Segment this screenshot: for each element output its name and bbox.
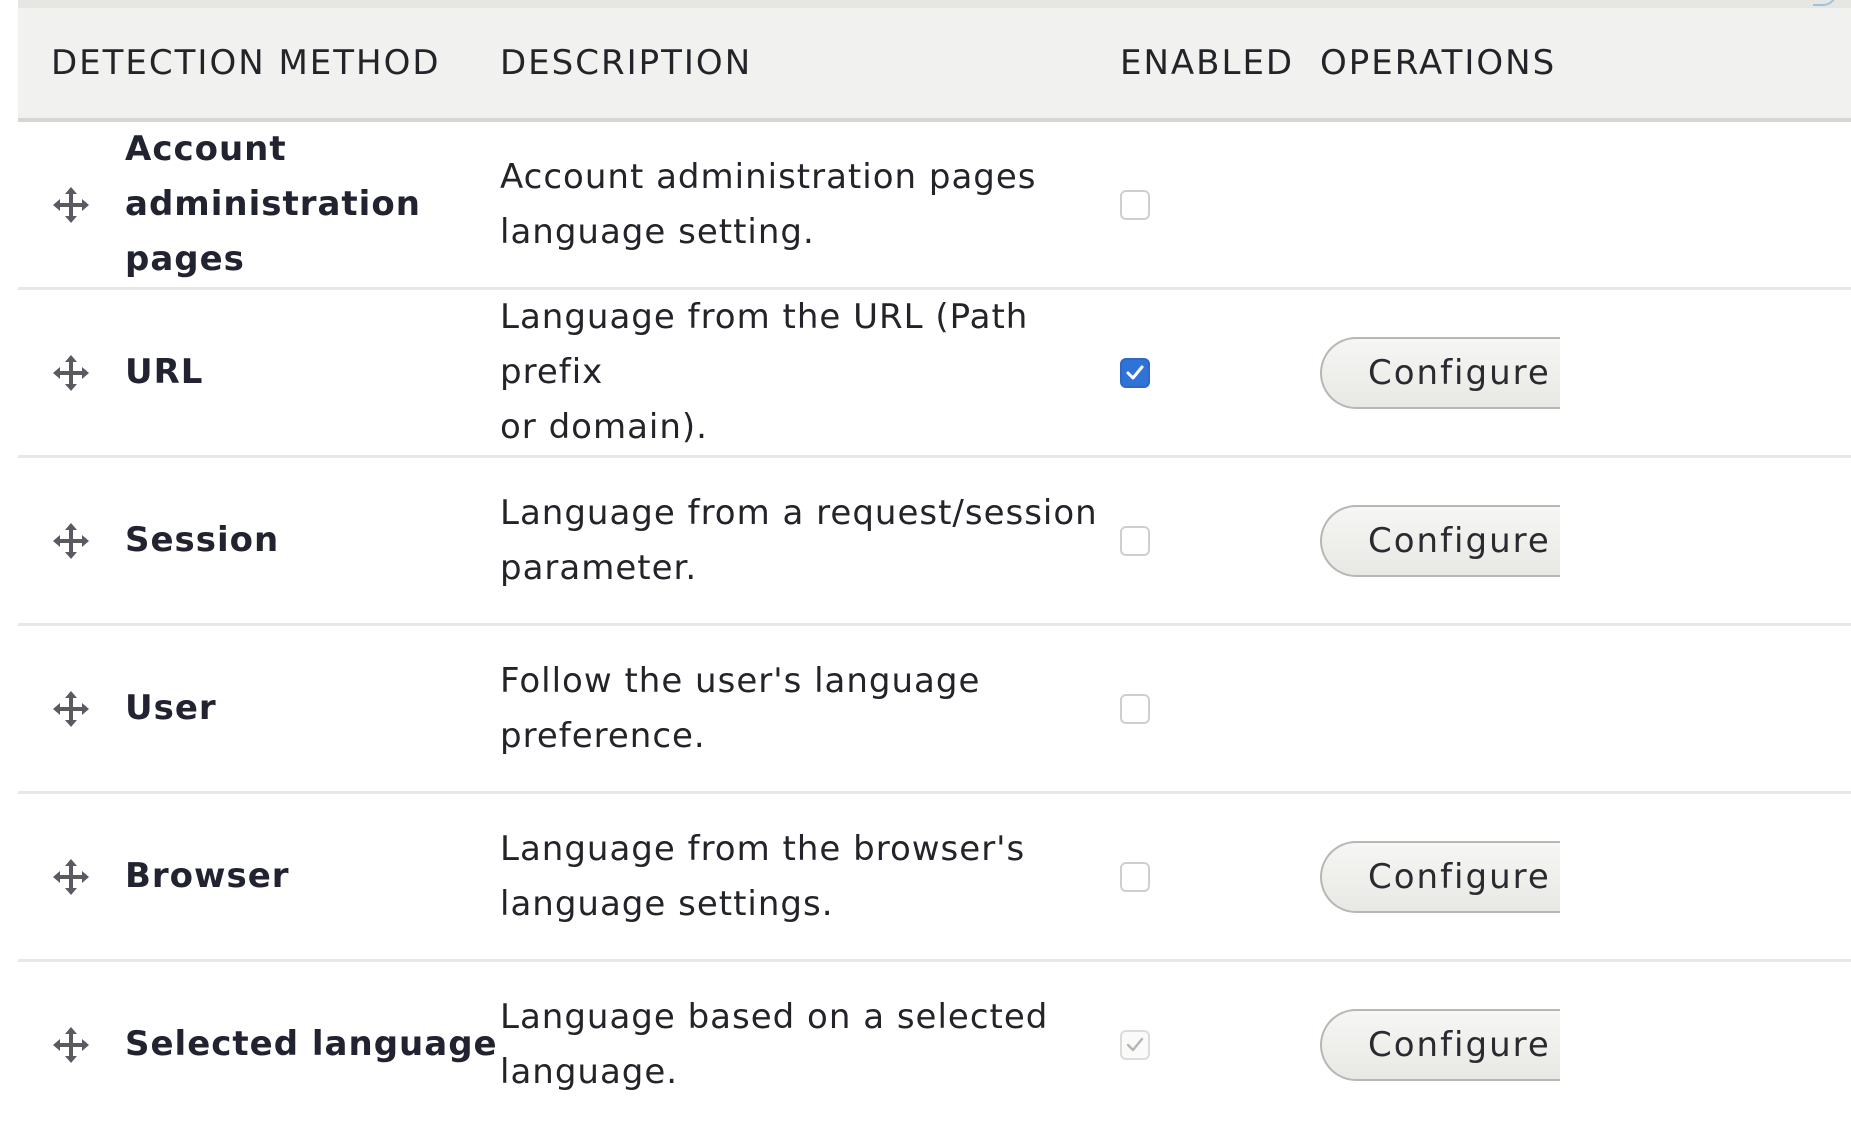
description-line: Follow the user's language bbox=[500, 660, 981, 701]
method-name-line: URL bbox=[125, 352, 204, 392]
checkbox-wrap bbox=[1120, 357, 1320, 388]
top-divider bbox=[18, 0, 1851, 8]
enabled-cell bbox=[1120, 120, 1320, 289]
description-line: Language from the browser's bbox=[500, 828, 1026, 869]
method-wrap: Account administration pages bbox=[18, 122, 500, 287]
table-header-row: DETECTION METHOD DESCRIPTION ENABLED OPE… bbox=[18, 8, 1851, 122]
description-cell: Language from the URL (Path prefix or dom… bbox=[500, 289, 1120, 457]
operations-cell: Configure bbox=[1320, 289, 1851, 457]
configure-button[interactable]: Configure bbox=[1320, 1008, 1560, 1081]
table-row: Account administration pages Account admin… bbox=[18, 120, 1851, 289]
description-line: language setting. bbox=[500, 211, 815, 252]
description-cell: Account administration pages language set… bbox=[500, 120, 1120, 289]
table-row: Selected language Language based on a sel… bbox=[18, 961, 1851, 1123]
checkbox-wrap bbox=[1120, 189, 1320, 220]
enabled-checkbox[interactable] bbox=[1120, 693, 1150, 724]
method-name-line: Selected language bbox=[125, 1024, 498, 1064]
enabled-checkbox[interactable] bbox=[1120, 525, 1150, 556]
header-enabled: ENABLED bbox=[1120, 8, 1320, 122]
header-detection-method: DETECTION METHOD bbox=[18, 8, 500, 122]
description-line: Language based on a selected bbox=[500, 996, 1049, 1037]
description-text: Account administration pages language set… bbox=[500, 150, 1120, 260]
description-text: Language based on a selected language. bbox=[500, 990, 1120, 1100]
description-line: language. bbox=[500, 1051, 679, 1092]
checkbox-wrap bbox=[1120, 525, 1320, 556]
method-name-line: administration pages bbox=[125, 184, 421, 279]
operations-cell: Configure bbox=[1320, 793, 1851, 961]
method-name: Session bbox=[125, 513, 279, 568]
description-cell: Language from the browser's language sett… bbox=[500, 793, 1120, 961]
drag-handle-icon[interactable] bbox=[51, 689, 91, 729]
detection-method-cell: Selected language bbox=[18, 961, 500, 1123]
description-line: preference. bbox=[500, 715, 706, 756]
operations-cell: Configure bbox=[1320, 961, 1851, 1123]
enabled-cell bbox=[1120, 457, 1320, 625]
language-detection-page: DETECTION METHOD DESCRIPTION ENABLED OPE… bbox=[0, 0, 1851, 1123]
table-row: Session Language from a request/session pa… bbox=[18, 457, 1851, 625]
operations-cell: Configure bbox=[1320, 457, 1851, 625]
method-wrap: URL bbox=[18, 345, 500, 400]
operations-cell bbox=[1320, 625, 1851, 793]
description-text: Follow the user's language preference. bbox=[500, 654, 1120, 764]
method-wrap: User bbox=[18, 681, 500, 736]
description-cell: Language from a request/session parameter… bbox=[500, 457, 1120, 625]
description-cell: Language based on a selected language. bbox=[500, 961, 1120, 1123]
header-operations: OPERATIONS bbox=[1320, 8, 1851, 122]
enabled-cell bbox=[1120, 289, 1320, 457]
method-name-line: Account bbox=[125, 129, 287, 169]
checkbox-wrap bbox=[1120, 1029, 1320, 1060]
configure-button[interactable]: Configure bbox=[1320, 336, 1560, 409]
method-name: URL bbox=[125, 345, 203, 400]
method-name: Browser bbox=[125, 849, 290, 904]
method-name: Selected language bbox=[125, 1017, 498, 1072]
table-row: URL Language from the URL (Path prefix or … bbox=[18, 289, 1851, 457]
method-wrap: Browser bbox=[18, 849, 500, 904]
detection-method-cell: User bbox=[18, 625, 500, 793]
drag-handle-icon[interactable] bbox=[51, 521, 91, 561]
enabled-cell bbox=[1120, 793, 1320, 961]
check-icon bbox=[1126, 365, 1144, 379]
detection-method-cell: URL bbox=[18, 289, 500, 457]
detection-method-cell: Browser bbox=[18, 793, 500, 961]
description-line: Account administration pages bbox=[500, 156, 1037, 197]
description-text: Language from the browser's language sett… bbox=[500, 822, 1120, 932]
method-name-line: Browser bbox=[125, 856, 290, 896]
description-line: parameter. bbox=[500, 547, 698, 588]
detection-method-cell: Account administration pages bbox=[18, 120, 500, 289]
configure-button[interactable]: Configure bbox=[1320, 840, 1560, 913]
enabled-cell bbox=[1120, 625, 1320, 793]
drag-handle-icon[interactable] bbox=[51, 857, 91, 897]
description-text: Language from a request/session parameter… bbox=[500, 486, 1120, 596]
configure-button[interactable]: Configure bbox=[1320, 504, 1560, 577]
description-cell: Follow the user's language preference. bbox=[500, 625, 1120, 793]
enabled-checkbox[interactable] bbox=[1120, 189, 1150, 220]
checkbox-wrap bbox=[1120, 693, 1320, 724]
description-text: Language from the URL (Path prefix or dom… bbox=[500, 290, 1120, 455]
enabled-checkbox[interactable] bbox=[1120, 861, 1150, 892]
drag-handle-icon[interactable] bbox=[51, 185, 91, 225]
table-row: Browser Language from the browser's langua… bbox=[18, 793, 1851, 961]
detection-method-cell: Session bbox=[18, 457, 500, 625]
description-line: Language from the URL (Path prefix bbox=[500, 297, 1029, 392]
description-line: or domain). bbox=[500, 407, 708, 447]
drag-handle-icon[interactable] bbox=[51, 1025, 91, 1065]
enabled-checkbox bbox=[1120, 1029, 1150, 1060]
method-wrap: Selected language bbox=[18, 1017, 500, 1072]
method-name-line: User bbox=[125, 688, 217, 728]
check-icon bbox=[1126, 1037, 1144, 1051]
description-line: Language from a request/session bbox=[500, 492, 1098, 533]
description-line: language settings. bbox=[500, 883, 834, 924]
method-name: User bbox=[125, 681, 217, 736]
method-wrap: Session bbox=[18, 513, 500, 568]
method-name: Account administration pages bbox=[125, 122, 500, 287]
method-name-line: Session bbox=[125, 520, 280, 560]
enabled-cell bbox=[1120, 961, 1320, 1123]
header-description: DESCRIPTION bbox=[500, 8, 1120, 122]
enabled-checkbox[interactable] bbox=[1120, 357, 1150, 388]
table-row: User Follow the user's language preference… bbox=[18, 625, 1851, 793]
drag-handle-icon[interactable] bbox=[51, 353, 91, 393]
detection-methods-table: DETECTION METHOD DESCRIPTION ENABLED OPE… bbox=[18, 8, 1851, 1123]
checkbox-wrap bbox=[1120, 861, 1320, 892]
operations-cell bbox=[1320, 120, 1851, 289]
